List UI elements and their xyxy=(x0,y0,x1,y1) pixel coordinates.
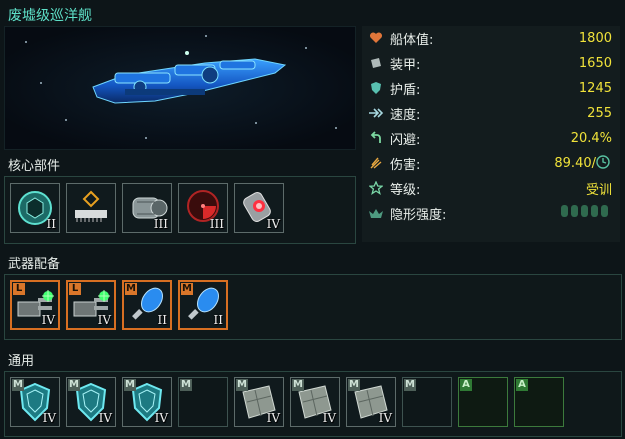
slot-size-tag: M xyxy=(180,379,192,391)
core-slot-1[interactable]: II xyxy=(10,183,60,233)
slot-size-tag: M xyxy=(68,379,80,391)
slot-size-tag: M xyxy=(181,283,193,295)
core-slot-4[interactable]: III xyxy=(178,183,228,233)
stat-rank: 等级: 受训 xyxy=(362,176,620,200)
stealth-meter xyxy=(560,203,610,223)
stat-stealth: 隐形强度: xyxy=(362,201,620,225)
tier-label: III xyxy=(209,217,224,231)
star-icon xyxy=(368,180,384,196)
stat-label: 护盾: xyxy=(390,82,421,98)
ship-name: 废墟级巡洋舰 xyxy=(8,8,92,24)
damage-icon xyxy=(368,155,384,171)
slot-size-tag: A xyxy=(460,379,472,391)
stat-value: 1245 xyxy=(578,80,612,96)
slot-size-tag: M xyxy=(404,379,416,391)
general-section-label: 通用 xyxy=(8,354,35,369)
stat-label: 速度: xyxy=(390,107,421,123)
stat-value: 1650 xyxy=(578,55,612,71)
weapon-slot-3[interactable]: M II xyxy=(122,280,172,330)
tier-label: IV xyxy=(266,411,280,425)
tier-label: IV xyxy=(98,411,112,425)
stat-damage: 伤害: 89.40/ xyxy=(362,151,620,175)
stat-value: 89.40/ xyxy=(554,155,610,171)
clock-icon xyxy=(596,155,610,169)
tier-label: II xyxy=(157,313,167,327)
general-slot-8[interactable]: M xyxy=(402,377,452,427)
stat-value: 20.4% xyxy=(570,130,612,146)
stat-label: 隐形强度: xyxy=(390,207,447,223)
stat-speed: 速度: 255 xyxy=(362,101,620,125)
stat-value: 1800 xyxy=(578,30,612,46)
tier-label: II xyxy=(213,313,223,327)
tier-label: IV xyxy=(322,411,336,425)
stat-label: 等级: xyxy=(390,182,421,198)
general-slot-4[interactable]: M xyxy=(178,377,228,427)
slot-size-tag: M xyxy=(124,379,136,391)
tier-label: IV xyxy=(266,217,280,231)
stealth-icon xyxy=(368,205,384,221)
armor-icon xyxy=(368,55,384,71)
ship-preview xyxy=(4,26,356,150)
heart-icon xyxy=(368,30,384,46)
chip-processor-icon xyxy=(75,190,107,222)
core-slot-2[interactable] xyxy=(66,183,116,233)
slot-size-tag: M xyxy=(125,283,137,295)
stat-label: 闪避: xyxy=(390,132,421,148)
tier-label: IV xyxy=(41,313,55,327)
general-slot-7[interactable]: M IV xyxy=(346,377,396,427)
general-slot-10[interactable]: A xyxy=(514,377,564,427)
general-slot-2[interactable]: M IV xyxy=(66,377,116,427)
stat-label: 装甲: xyxy=(390,57,421,73)
stat-evasion: 闪避: 20.4% xyxy=(362,126,620,150)
stats-panel: 船体值: 1800 装甲: 1650 护盾: 1245 速度: 255 闪避: … xyxy=(362,26,620,242)
weapon-slot-2[interactable]: L IV xyxy=(66,280,116,330)
stat-armor: 装甲: 1650 xyxy=(362,51,620,75)
general-slot-3[interactable]: M IV xyxy=(122,377,172,427)
stat-hull: 船体值: 1800 xyxy=(362,26,620,50)
stat-shield: 护盾: 1245 xyxy=(362,76,620,100)
tier-label: IV xyxy=(154,411,168,425)
core-slot-3[interactable]: III xyxy=(122,183,172,233)
stat-label: 伤害: xyxy=(390,157,421,173)
slot-size-tag: M xyxy=(292,379,304,391)
stat-value: 255 xyxy=(587,105,612,121)
shield-icon xyxy=(368,80,384,96)
slot-size-tag: A xyxy=(516,379,528,391)
tier-label: III xyxy=(153,217,168,231)
stat-value: 受训 xyxy=(585,182,612,198)
slot-size-tag: L xyxy=(13,283,25,295)
stat-label: 船体值: xyxy=(390,32,434,48)
core-slot-5[interactable]: IV xyxy=(234,183,284,233)
weapon-slots-panel: L IV L IV M II M II xyxy=(4,274,622,340)
tier-label: IV xyxy=(378,411,392,425)
tier-label: IV xyxy=(97,313,111,327)
tier-label: II xyxy=(46,217,56,231)
general-slots-panel: M IV M IV M IV M M IV M IV M IV M A A xyxy=(4,371,622,437)
tier-label: IV xyxy=(42,411,56,425)
weapons-section-label: 武器配备 xyxy=(8,257,61,272)
ship-image xyxy=(92,51,287,104)
general-slot-5[interactable]: M IV xyxy=(234,377,284,427)
slot-size-tag: L xyxy=(69,283,81,295)
weapon-slot-4[interactable]: M II xyxy=(178,280,228,330)
general-slot-9[interactable]: A xyxy=(458,377,508,427)
speed-arrows-icon xyxy=(368,105,384,121)
core-section-label: 核心部件 xyxy=(8,159,61,174)
weapon-slot-1[interactable]: L IV xyxy=(10,280,60,330)
core-slots-panel: II III III IV xyxy=(4,176,356,244)
slot-size-tag: M xyxy=(236,379,248,391)
slot-size-tag: M xyxy=(348,379,360,391)
evade-arrow-icon xyxy=(368,130,384,146)
general-slot-6[interactable]: M IV xyxy=(290,377,340,427)
slot-size-tag: M xyxy=(12,379,24,391)
general-slot-1[interactable]: M IV xyxy=(10,377,60,427)
